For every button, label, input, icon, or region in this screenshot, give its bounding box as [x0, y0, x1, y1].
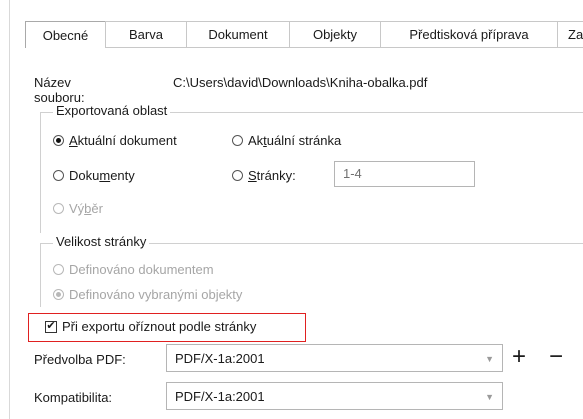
tab-label: Dokument — [208, 27, 268, 42]
tab-color[interactable]: Barva — [105, 21, 187, 47]
file-path: C:\Users\david\Downloads\Kniha-obalka.pd… — [173, 75, 428, 90]
select-value: PDF/X-1a:2001 — [175, 350, 265, 366]
check-mark-icon: ✔ — [46, 320, 56, 332]
radio-label: Výběr — [69, 201, 103, 216]
remove-preset-button[interactable]: − — [549, 344, 563, 370]
tab-label: Předtisková příprava — [409, 27, 529, 42]
radio-indicator — [53, 170, 64, 181]
radio-current-page[interactable]: Aktuální stránka — [232, 133, 341, 148]
radio-selection[interactable]: Výběr — [53, 201, 103, 216]
tab-prepress[interactable]: Předtisková příprava — [380, 21, 558, 47]
tab-label: Obecné — [42, 27, 89, 43]
radio-indicator — [53, 135, 64, 146]
radio-indicator — [53, 264, 64, 275]
radio-current-document[interactable]: Aktuální dokument — [53, 133, 177, 148]
chevron-down-icon: ▼ — [485, 392, 494, 402]
tab-label: Barva — [129, 27, 163, 42]
page-size-legend: Velikost stránky — [53, 234, 150, 249]
tab-panel-border — [105, 47, 583, 48]
radio-label: Definováno vybranými objekty — [69, 287, 243, 302]
select-value: PDF/X-1a:2001 — [175, 388, 265, 404]
export-area-legend: Exportovaná oblast — [53, 103, 171, 118]
radio-indicator — [232, 170, 243, 181]
radio-indicator — [53, 203, 64, 214]
file-name-label: Název souboru: — [34, 75, 85, 105]
radio-label: Aktuální dokument — [69, 133, 177, 148]
tab-label: Za — [568, 27, 583, 42]
chevron-down-icon: ▼ — [485, 354, 494, 364]
compatibility-select[interactable]: PDF/X-1a:2001 ▼ — [166, 382, 503, 410]
tab-objects[interactable]: Objekty — [289, 21, 381, 47]
radio-label: Aktuální stránka — [248, 133, 342, 148]
radio-label: Stránky: — [248, 168, 296, 183]
tab-general[interactable]: Obecné — [25, 21, 106, 48]
crop-to-page-checkbox[interactable]: ✔ Při exportu oříznout podle stránky — [45, 319, 256, 334]
pdf-preset-select[interactable]: PDF/X-1a:2001 ▼ — [166, 344, 503, 372]
tab-document[interactable]: Dokument — [186, 21, 290, 47]
pdf-preset-label: Předvolba PDF: — [34, 352, 126, 367]
pages-range-input[interactable]: 1-4 — [334, 161, 475, 187]
radio-label: Dokumenty — [69, 168, 135, 183]
radio-pages[interactable]: Stránky: — [232, 168, 296, 183]
radio-documents[interactable]: Dokumenty — [53, 168, 135, 183]
checkbox-indicator: ✔ — [45, 320, 57, 333]
checkbox-label: Při exportu oříznout podle stránky — [62, 319, 257, 334]
radio-label: Definováno dokumentem — [69, 262, 214, 277]
radio-indicator — [232, 135, 243, 146]
radio-page-size-document[interactable]: Definováno dokumentem — [53, 262, 214, 277]
radio-indicator — [53, 289, 64, 300]
compatibility-label: Kompatibilita: — [34, 390, 113, 405]
dialog-left-edge — [9, 0, 10, 419]
tab-more[interactable]: Za — [557, 21, 583, 47]
radio-page-size-objects[interactable]: Definováno vybranými objekty — [53, 287, 242, 302]
tab-label: Objekty — [312, 27, 358, 42]
add-preset-button[interactable]: + — [512, 344, 526, 370]
